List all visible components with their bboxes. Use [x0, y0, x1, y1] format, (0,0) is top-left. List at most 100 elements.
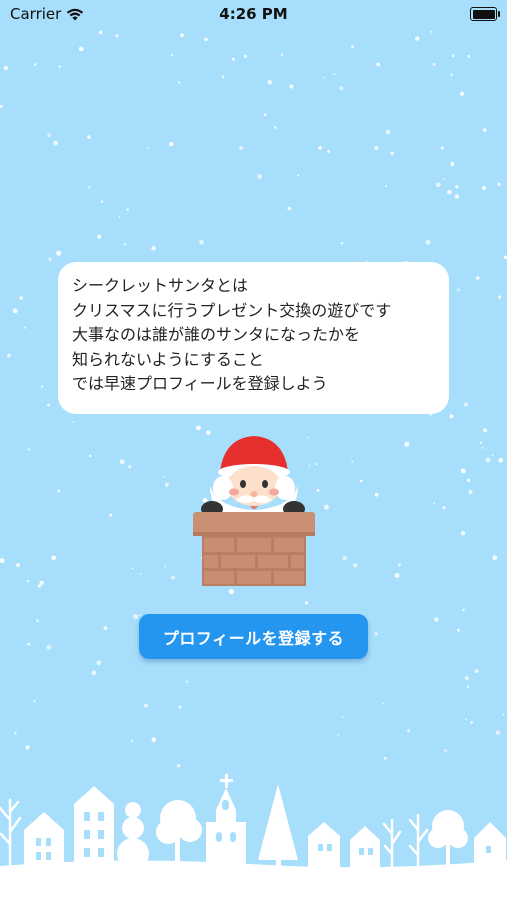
snowflake — [126, 208, 130, 212]
snowflake — [390, 151, 395, 156]
snowflake — [25, 745, 30, 750]
snowflake — [474, 669, 479, 674]
snowflake — [58, 65, 61, 68]
intro-speech-bubble: シークレットサンタとは クリスマスに行うプレゼント交換の遊びです 大事なのは誰が… — [58, 262, 449, 414]
snowflake — [481, 186, 486, 191]
snowflake — [178, 705, 182, 709]
snowflake — [257, 174, 262, 179]
snowflake — [374, 632, 378, 636]
snowflake — [447, 189, 452, 195]
snowflake — [464, 676, 469, 681]
snowflake — [72, 421, 75, 424]
snowflake — [502, 713, 505, 716]
snowflake — [51, 555, 56, 561]
snowflake — [99, 30, 103, 35]
snowflake — [97, 234, 102, 239]
snowflake — [118, 216, 121, 219]
snowflake — [435, 182, 441, 188]
intro-line: 知られないようにすること — [72, 349, 264, 369]
snowflake — [289, 84, 294, 89]
snowflake — [495, 730, 501, 736]
intro-line: では早速プロフィールを登録しよう — [72, 374, 328, 393]
snowflake — [231, 57, 235, 61]
snowflake — [131, 567, 134, 570]
snowflake — [333, 73, 336, 76]
snowflake — [433, 502, 436, 505]
snowflake — [407, 729, 411, 733]
snowflake — [470, 721, 473, 724]
snowflake — [130, 739, 134, 742]
snowflake — [56, 250, 62, 256]
snowflake — [138, 614, 141, 616]
snowflake — [3, 65, 9, 71]
snowflake — [492, 555, 498, 561]
snowflake — [48, 257, 52, 261]
snowflake — [455, 185, 459, 189]
snowflake — [12, 308, 18, 314]
snowflake — [36, 619, 39, 623]
snowflake — [144, 703, 149, 708]
snowflake — [425, 239, 431, 245]
snowflake — [100, 200, 104, 203]
snowflake — [96, 660, 102, 666]
snowflake — [460, 468, 466, 474]
santa-chimney-illustration — [193, 436, 315, 586]
snowflake — [444, 749, 447, 752]
snowflake — [0, 558, 5, 564]
snowflake — [479, 441, 482, 444]
snowflake — [27, 579, 30, 583]
snowflake — [457, 288, 461, 292]
snowflake — [146, 146, 149, 149]
snowflake — [440, 146, 444, 150]
snowflake — [451, 54, 455, 58]
register-profile-button[interactable]: プロフィールを登録する — [139, 614, 368, 659]
snowflake — [27, 642, 30, 646]
snowflake — [199, 239, 204, 245]
snowflake — [170, 53, 174, 57]
snowflake — [466, 478, 471, 482]
snowflake — [457, 628, 460, 632]
snowflake — [280, 53, 284, 57]
snowflake — [57, 489, 61, 493]
snowflake — [91, 670, 97, 676]
snowflake — [374, 145, 379, 150]
snowflake — [243, 54, 247, 58]
snowflake — [87, 135, 91, 139]
snowflake — [374, 492, 379, 497]
snowflake — [430, 30, 433, 33]
snowflake — [47, 403, 50, 407]
snowflake — [103, 626, 108, 631]
snowflake — [415, 36, 420, 41]
snowflake — [376, 62, 381, 67]
snowflake — [263, 113, 267, 117]
snowflake — [460, 91, 465, 96]
snowflake — [465, 718, 467, 721]
snowflake — [442, 506, 446, 510]
snowflake — [151, 245, 156, 251]
snowflake — [351, 45, 355, 49]
snowflake — [139, 573, 142, 575]
snowflake — [339, 86, 344, 91]
snowflake — [466, 685, 470, 689]
snowflake — [47, 133, 51, 137]
snowflake — [304, 601, 309, 605]
snowflake — [119, 459, 125, 465]
snowflake — [432, 62, 436, 67]
snowflake — [123, 243, 127, 246]
snowflake — [296, 174, 300, 177]
snowflake — [221, 75, 225, 79]
snowflake — [498, 295, 502, 299]
snowflake — [450, 73, 453, 77]
snowflake — [239, 146, 243, 150]
snowflake — [475, 276, 480, 280]
snowy-town-silhouette — [0, 774, 507, 900]
snowflake — [14, 732, 17, 735]
snowflake — [323, 504, 329, 510]
snowflake — [37, 584, 42, 588]
snowflake — [115, 34, 119, 38]
snowflake — [39, 580, 44, 585]
snowflake — [170, 575, 176, 580]
snowflake — [0, 105, 3, 108]
snowflake — [462, 608, 465, 612]
snowflake — [15, 563, 21, 568]
